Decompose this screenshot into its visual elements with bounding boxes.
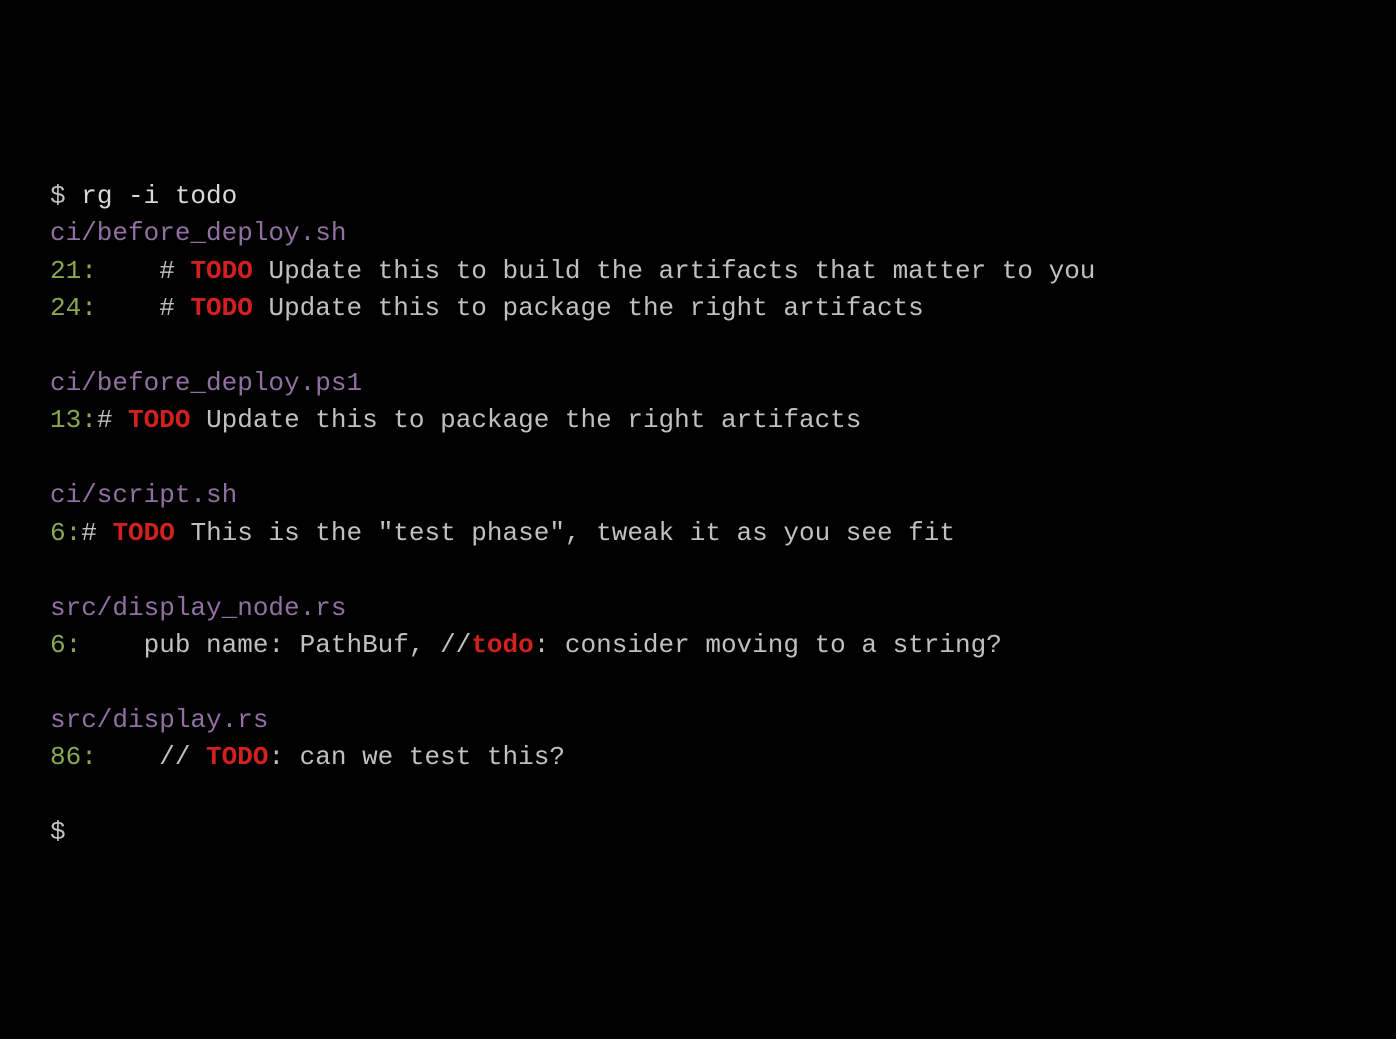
match-highlight: TODO [190,256,252,286]
match-after: Update this to build the artifacts that … [253,256,1096,286]
match-after: : consider moving to a string? [534,630,1002,660]
line-separator: : [81,405,97,435]
line-separator: : [81,742,97,772]
line-number: 6 [50,518,66,548]
file-path: ci/before_deploy.sh [50,215,1346,252]
line-separator: : [81,293,97,323]
match-after: Update this to package the right artifac… [190,405,861,435]
line-number: 6 [50,630,66,660]
file-path: src/display.rs [50,702,1346,739]
match-highlight: todo [471,630,533,660]
match-highlight: TODO [206,742,268,772]
match-line: 13:# TODO Update this to package the rig… [50,402,1346,439]
group-separator [50,552,1346,589]
match-before: # [97,405,128,435]
match-line: 6:# TODO This is the "test phase", tweak… [50,515,1346,552]
command-line: $ rg -i todo [50,178,1346,215]
line-number: 13 [50,405,81,435]
command-text: rg -i todo [81,181,237,211]
match-highlight: TODO [190,293,252,323]
match-before: # [97,256,191,286]
match-highlight: TODO [112,518,174,548]
line-number: 86 [50,742,81,772]
line-separator: : [66,630,82,660]
match-line: 24: # TODO Update this to package the ri… [50,290,1346,327]
match-line: 86: // TODO: can we test this? [50,739,1346,776]
match-line: 21: # TODO Update this to build the arti… [50,253,1346,290]
match-line: 6: pub name: PathBuf, //todo: consider m… [50,627,1346,664]
file-path: src/display_node.rs [50,590,1346,627]
group-separator [50,328,1346,365]
match-after: This is the "test phase", tweak it as yo… [175,518,955,548]
group-separator [50,777,1346,814]
prompt-symbol: $ [50,181,81,211]
match-before: # [81,518,112,548]
match-before: pub name: PathBuf, // [81,630,471,660]
match-before: # [97,293,191,323]
group-separator [50,664,1346,701]
terminal-output[interactable]: $ rg -i todoci/before_deploy.sh21: # TOD… [50,178,1346,852]
line-separator: : [81,256,97,286]
file-path: ci/script.sh [50,477,1346,514]
group-separator [50,440,1346,477]
prompt-line[interactable]: $ [50,814,1346,851]
match-after: Update this to package the right artifac… [253,293,924,323]
match-highlight: TODO [128,405,190,435]
line-number: 21 [50,256,81,286]
line-separator: : [66,518,82,548]
file-path: ci/before_deploy.ps1 [50,365,1346,402]
match-after: : can we test this? [268,742,564,772]
match-before: // [97,742,206,772]
line-number: 24 [50,293,81,323]
